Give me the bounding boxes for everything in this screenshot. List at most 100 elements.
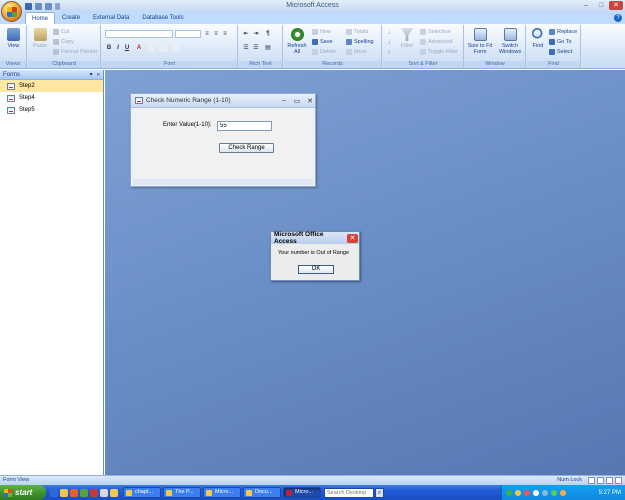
form-title-bar[interactable]: Check Numeric Range (1-10) – ▭ ✕ xyxy=(131,94,315,108)
new-record-button[interactable]: New xyxy=(312,29,331,35)
switch-windows-button[interactable]: Switch Windows xyxy=(495,28,525,55)
tray-icon[interactable] xyxy=(551,489,557,496)
tab-home[interactable]: Home xyxy=(25,12,56,24)
replace-button[interactable]: Replace xyxy=(549,29,577,35)
align-right-icon[interactable]: ≡ xyxy=(221,30,229,38)
more-button[interactable]: More xyxy=(346,49,367,55)
form-close-button[interactable]: ✕ xyxy=(305,97,315,105)
view-icon xyxy=(7,28,20,41)
layout-view-icon[interactable] xyxy=(606,477,613,484)
clear-sort-icon[interactable]: ↕ xyxy=(385,49,393,57)
tray-icon[interactable] xyxy=(542,489,548,496)
firefox-icon[interactable] xyxy=(70,488,78,497)
task-button[interactable]: Micro... xyxy=(203,487,241,498)
delete-record-button[interactable]: Delete xyxy=(312,49,336,55)
form-maximize-button[interactable]: ▭ xyxy=(292,97,302,105)
format-painter-button[interactable]: Format Painter xyxy=(53,49,97,55)
decrease-indent-icon[interactable]: ⇤ xyxy=(242,30,250,38)
tray-icon[interactable] xyxy=(533,489,539,496)
rich-text-group: ⇤ ⇥ ¶ ☰ ☰ ▤ Rich Text xyxy=(239,25,283,68)
value-input[interactable] xyxy=(217,121,272,131)
advanced-button[interactable]: Advanced xyxy=(420,39,452,45)
spelling-button[interactable]: Spelling xyxy=(346,39,374,45)
find-button[interactable]: Find xyxy=(529,28,547,49)
app-icon[interactable] xyxy=(110,488,118,497)
underline-button[interactable]: U xyxy=(123,44,131,52)
refresh-all-button[interactable]: Refresh All xyxy=(286,28,308,55)
tray-icon[interactable] xyxy=(560,489,566,496)
navigation-pane: Forms ▾ « Step2 Step4 Step5 xyxy=(0,70,104,475)
start-button[interactable]: start xyxy=(0,485,46,500)
save-record-button[interactable]: Save xyxy=(312,39,333,45)
binoculars-icon xyxy=(531,28,545,41)
nav-collapse-icon[interactable]: « xyxy=(97,72,100,78)
tray-icon[interactable] xyxy=(524,489,530,496)
app-icon[interactable] xyxy=(100,488,108,497)
paste-button[interactable]: Paste xyxy=(30,28,50,49)
maximize-button[interactable]: □ xyxy=(594,1,608,10)
totals-button[interactable]: Totals xyxy=(346,29,368,35)
task-button[interactable]: Docu... xyxy=(243,487,281,498)
numbering-icon[interactable]: ☰ xyxy=(252,44,260,52)
check-range-button[interactable]: Check Range xyxy=(219,143,274,153)
selection-button[interactable]: Selection xyxy=(420,29,451,35)
select-button[interactable]: Select xyxy=(549,49,572,55)
bullets-icon[interactable]: ☰ xyxy=(242,44,250,52)
tray-icon[interactable] xyxy=(515,489,521,496)
alternate-fill-icon[interactable] xyxy=(171,44,179,52)
close-button[interactable]: ✕ xyxy=(609,1,623,10)
task-button-access[interactable]: Micro... xyxy=(283,487,321,498)
tab-create[interactable]: Create xyxy=(56,12,86,24)
search-icon[interactable]: ⌕ xyxy=(375,487,384,498)
font-name-combo[interactable] xyxy=(105,30,173,38)
tray-icon[interactable] xyxy=(506,489,512,496)
task-button[interactable]: The P... xyxy=(163,487,201,498)
form-view-icon[interactable] xyxy=(588,477,595,484)
sort-ascending-icon[interactable]: ↓ xyxy=(385,29,393,37)
task-button[interactable]: chapt... xyxy=(123,487,161,498)
bold-button[interactable]: B xyxy=(105,44,113,52)
form-minimize-button[interactable]: – xyxy=(279,97,289,104)
nav-item-step4[interactable]: Step4 xyxy=(0,92,103,104)
increase-indent-icon[interactable]: ⇥ xyxy=(252,30,260,38)
nav-item-step5[interactable]: Step5 xyxy=(0,104,103,116)
design-view-icon[interactable] xyxy=(615,477,622,484)
desktop-search-input[interactable] xyxy=(324,487,374,498)
copy-button[interactable]: Copy xyxy=(53,39,74,45)
highlight-icon[interactable]: ▤ xyxy=(264,44,272,52)
font-color-button[interactable]: A xyxy=(135,44,143,52)
goto-button[interactable]: Go To xyxy=(549,39,572,45)
sort-descending-icon[interactable]: ↓ xyxy=(385,39,393,47)
align-center-icon[interactable]: ≡ xyxy=(212,30,220,38)
folder-icon[interactable] xyxy=(60,488,68,497)
message-box-title-bar[interactable]: Microsoft Office Access ✕ xyxy=(271,231,359,245)
gridlines-icon[interactable] xyxy=(159,44,167,52)
toggle-filter-button[interactable]: Toggle Filter xyxy=(420,49,458,55)
tab-external-data[interactable]: External Data xyxy=(87,12,135,24)
italic-button[interactable]: I xyxy=(114,44,122,52)
nav-header[interactable]: Forms ▾ « xyxy=(0,70,103,80)
app-icon[interactable] xyxy=(90,488,98,497)
minimize-button[interactable]: – xyxy=(579,1,593,10)
align-left-icon[interactable]: ≡ xyxy=(203,30,211,38)
tab-database-tools[interactable]: Database Tools xyxy=(136,12,189,24)
goto-label: Go To xyxy=(557,39,572,45)
datasheet-view-icon[interactable] xyxy=(597,477,604,484)
help-icon[interactable]: ? xyxy=(614,14,622,22)
font-size-combo[interactable] xyxy=(175,30,201,38)
message-box-close-icon[interactable]: ✕ xyxy=(347,233,358,243)
office-button[interactable] xyxy=(1,1,22,22)
ie-icon[interactable] xyxy=(50,488,58,497)
size-to-fit-button[interactable]: Size to Fit Form xyxy=(467,28,493,55)
fill-color-icon[interactable] xyxy=(147,44,155,52)
view-button[interactable]: View xyxy=(3,28,24,49)
app-icon[interactable] xyxy=(80,488,88,497)
cut-button[interactable]: Cut xyxy=(53,29,70,35)
spelling-icon xyxy=(346,39,352,45)
ok-button[interactable]: OK xyxy=(298,265,334,274)
message-box: Microsoft Office Access ✕ Your number is… xyxy=(270,231,360,281)
filter-button[interactable]: Filter xyxy=(397,28,417,49)
nav-item-step2[interactable]: Step2 xyxy=(0,80,103,92)
nav-dropdown-icon[interactable]: ▾ xyxy=(90,71,93,78)
paragraph-icon[interactable]: ¶ xyxy=(264,30,272,38)
